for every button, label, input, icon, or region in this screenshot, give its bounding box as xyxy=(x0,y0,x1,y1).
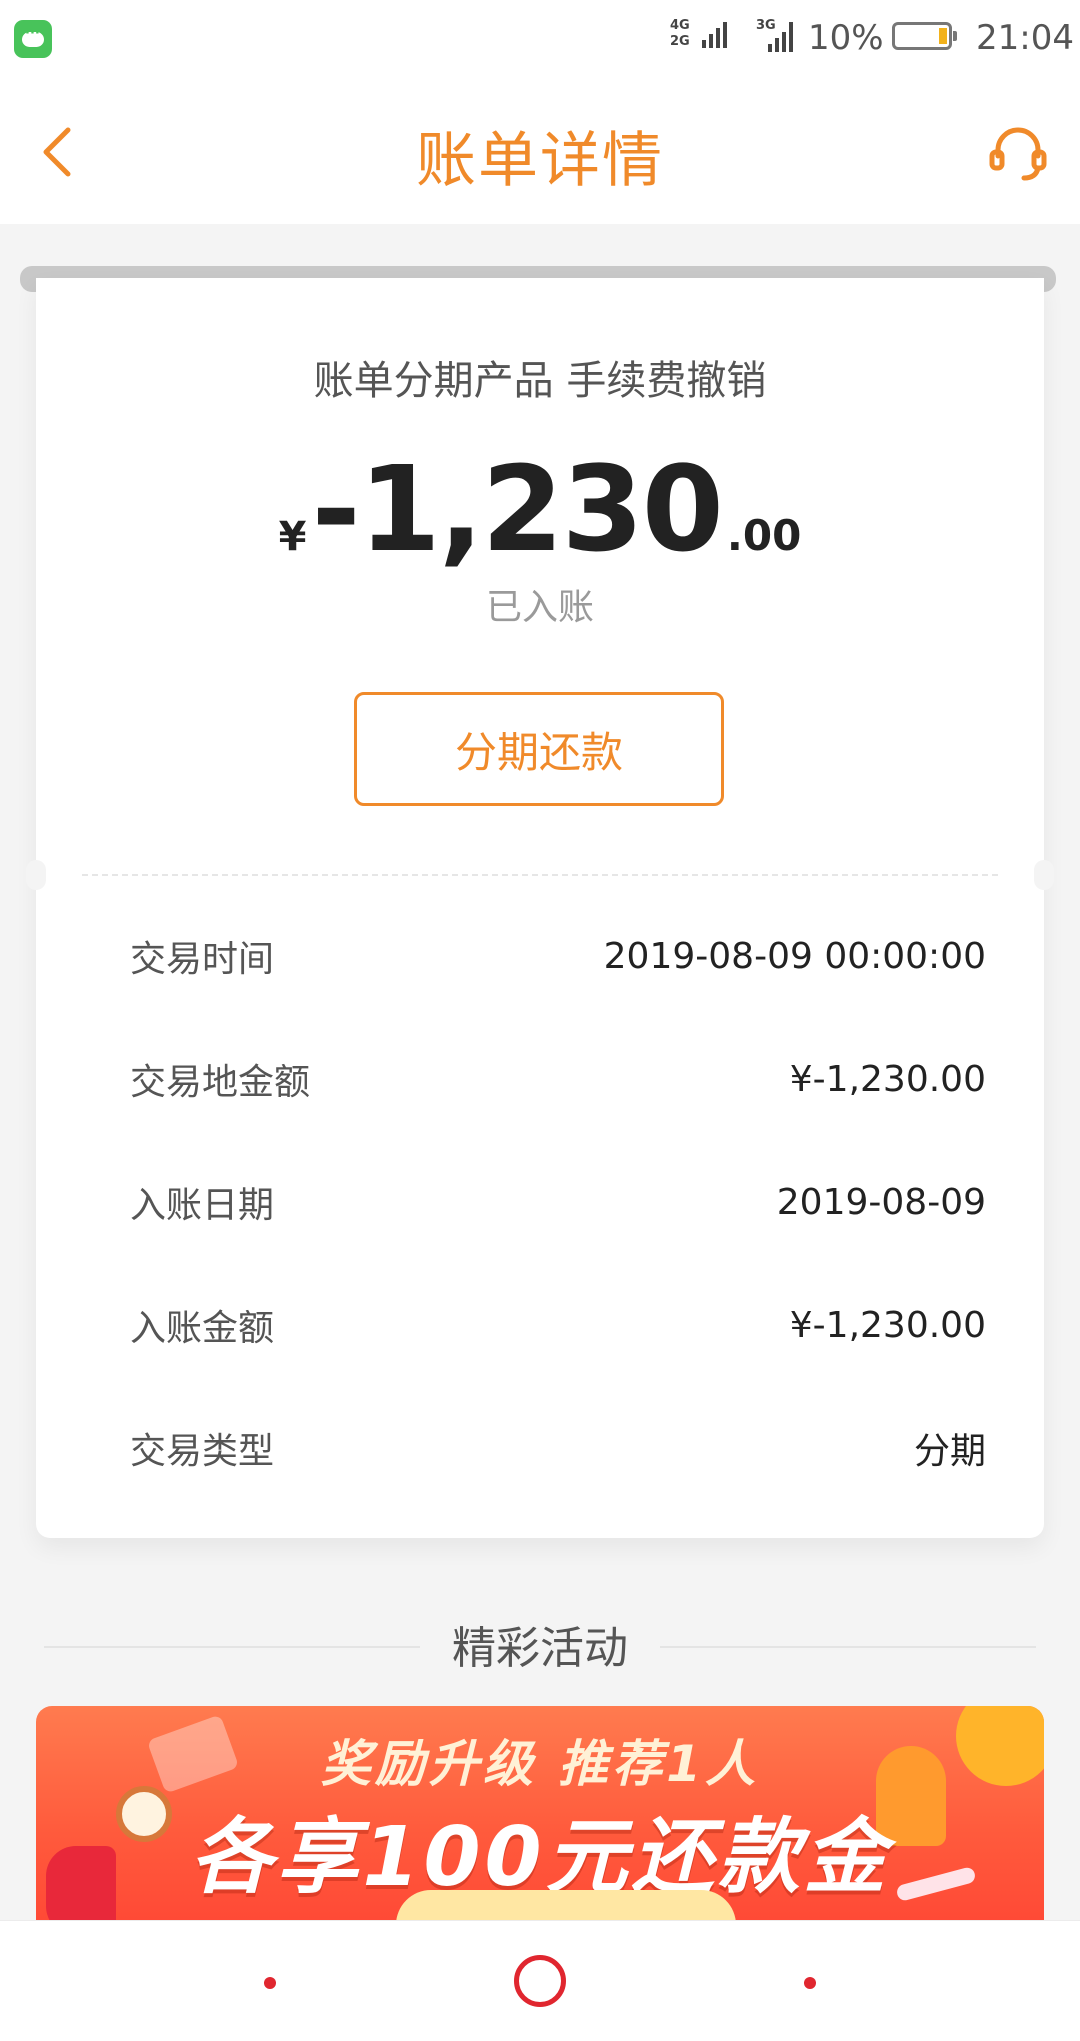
detail-value: 2019-08-09 xyxy=(776,1181,986,1223)
dashed-divider xyxy=(82,874,998,876)
detail-row: 交易地金额 ¥-1,230.00 xyxy=(130,1049,986,1109)
nav-back-dot[interactable] xyxy=(264,1977,276,1989)
detail-value: ¥-1,230.00 xyxy=(789,1058,986,1100)
activities-header: 精彩活动 xyxy=(0,1612,1080,1674)
detail-label: 入账金额 xyxy=(130,1308,275,1349)
detail-row: 交易类型 分期 xyxy=(130,1418,986,1478)
nav-recents-dot[interactable] xyxy=(804,1977,816,1989)
detail-label: 交易地金额 xyxy=(130,1062,311,1103)
bill-card: 账单分期产品 手续费撤销 ¥ -1,230 .00 已入账 分期还款 交易时间 … xyxy=(26,278,1054,1538)
network-type-label: 4G 2G xyxy=(670,18,690,49)
headset-icon[interactable] xyxy=(986,122,1050,186)
detail-label: 交易时间 xyxy=(130,939,275,980)
nav-home-circle[interactable] xyxy=(514,1955,566,2007)
detail-value: 2019-08-09 00:00:00 xyxy=(603,935,986,977)
banner-cta-pill[interactable] xyxy=(396,1890,736,1920)
amount-integer: -1,230 xyxy=(311,440,724,578)
detail-row: 入账日期 2019-08-09 xyxy=(130,1172,986,1232)
page-title: 账单详情 xyxy=(416,126,664,196)
signal-strength-icon-2 xyxy=(768,22,793,52)
posting-status: 已入账 xyxy=(485,587,594,628)
signal-strength-icon xyxy=(702,22,727,48)
section-title: 精彩活动 xyxy=(452,1623,628,1674)
system-nav-bar xyxy=(0,1920,1080,2041)
wechat-notification-icon xyxy=(14,20,52,58)
banner-headline: 奖励升级 推荐1人 xyxy=(320,1735,760,1793)
card-notch-left xyxy=(26,860,46,890)
installment-repay-button[interactable]: 分期还款 xyxy=(354,692,724,806)
detail-label: 入账日期 xyxy=(130,1185,275,1226)
bill-subtitle: 账单分期产品 手续费撤销 xyxy=(313,358,767,404)
card-notch-right xyxy=(1034,860,1054,890)
status-bar: 4G 2G 3G 10% 21:04 xyxy=(0,0,1080,78)
currency-symbol: ¥ xyxy=(278,514,307,560)
battery-icon xyxy=(892,22,957,50)
detail-value: 分期 xyxy=(913,1431,986,1472)
detail-row: 交易时间 2019-08-09 00:00:00 xyxy=(130,926,986,986)
detail-label: 交易类型 xyxy=(130,1431,275,1472)
bill-amount: ¥ -1,230 .00 xyxy=(36,440,1044,578)
promo-banner[interactable]: 奖励升级 推荐1人 各享100元还款金 xyxy=(36,1706,1044,1920)
clock: 21:04 xyxy=(976,18,1074,58)
app-header: 账单详情 xyxy=(0,78,1080,224)
detail-row: 入账金额 ¥-1,230.00 xyxy=(130,1295,986,1355)
battery-percent: 10% xyxy=(808,18,884,58)
detail-value: ¥-1,230.00 xyxy=(789,1304,986,1346)
amount-decimal: .00 xyxy=(726,511,802,560)
